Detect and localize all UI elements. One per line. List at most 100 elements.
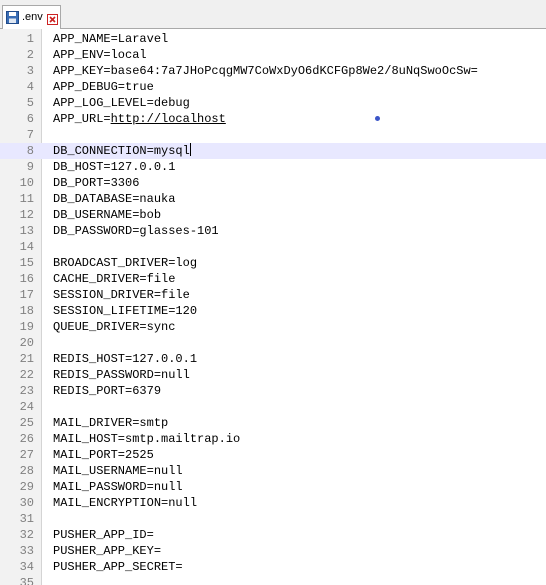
code-line[interactable]: 33 PUSHER_APP_KEY= xyxy=(0,543,546,559)
code-line[interactable]: 10 DB_PORT=3306 xyxy=(0,175,546,191)
line-number: 20 xyxy=(19,336,34,350)
editor-window: .env 1 APP_NAME=Laravel 2 APP_ENV=local 3 APP… xyxy=(0,0,546,585)
code-line[interactable]: 30 MAIL_ENCRYPTION=null xyxy=(0,495,546,511)
line-number: 13 xyxy=(19,224,34,238)
line-text: DB_DATABASE=nauka xyxy=(53,191,175,207)
code-line[interactable]: 17 SESSION_DRIVER=file xyxy=(0,287,546,303)
code-line[interactable]: 23 REDIS_PORT=6379 xyxy=(0,383,546,399)
close-icon[interactable] xyxy=(46,12,58,25)
editor-content[interactable]: 1 APP_NAME=Laravel 2 APP_ENV=local 3 APP_KEY=… xyxy=(0,29,546,585)
code-line[interactable]: 18 SESSION_LIFETIME=120 xyxy=(0,303,546,319)
line-text: DB_USERNAME=bob xyxy=(53,207,161,223)
code-line[interactable]: 35 xyxy=(0,575,546,585)
code-line[interactable]: 11 DB_DATABASE=nauka xyxy=(0,191,546,207)
line-text: DB_CONNECTION=mysql xyxy=(53,143,191,159)
line-text: CACHE_DRIVER=file xyxy=(53,271,175,287)
line-number: 2 xyxy=(26,48,34,62)
line-text: MAIL_USERNAME=null xyxy=(53,463,183,479)
line-number: 10 xyxy=(19,176,34,190)
code-line[interactable]: 34 PUSHER_APP_SECRET= xyxy=(0,559,546,575)
code-line[interactable]: 32 PUSHER_APP_ID= xyxy=(0,527,546,543)
line-number: 27 xyxy=(19,448,34,462)
code-line[interactable]: 21 REDIS_HOST=127.0.0.1 xyxy=(0,351,546,367)
line-text-content: MAIL_DRIVER=smtp xyxy=(53,416,169,430)
line-number: 30 xyxy=(19,496,34,510)
line-text-content: PUSHER_APP_SECRET= xyxy=(53,560,183,574)
line-number: 14 xyxy=(19,240,34,254)
line-number: 19 xyxy=(19,320,34,334)
code-line[interactable]: 14 xyxy=(0,239,546,255)
line-text-content: MAIL_HOST=smtp.mailtrap.io xyxy=(53,432,241,446)
line-text-content: MAIL_USERNAME=null xyxy=(53,464,183,478)
line-number: 21 xyxy=(19,352,34,366)
line-number: 35 xyxy=(19,576,34,585)
line-text-content: SESSION_LIFETIME=120 xyxy=(53,304,198,318)
code-line[interactable]: 16 CACHE_DRIVER=file xyxy=(0,271,546,287)
line-text: MAIL_DRIVER=smtp xyxy=(53,415,168,431)
code-line[interactable]: 7 xyxy=(0,127,546,143)
code-line[interactable]: 22 REDIS_PASSWORD=null xyxy=(0,367,546,383)
line-text: APP_NAME=Laravel xyxy=(53,31,168,47)
line-text-content: DB_DATABASE=nauka xyxy=(53,192,176,206)
line-text-content: QUEUE_DRIVER=sync xyxy=(53,320,176,334)
line-text: MAIL_PORT=2525 xyxy=(53,447,154,463)
code-line[interactable]: 5 APP_LOG_LEVEL=debug xyxy=(0,95,546,111)
code-line[interactable]: 6 APP_URL=http://localhost xyxy=(0,111,546,127)
line-number: 18 xyxy=(19,304,34,318)
code-line[interactable]: 20 xyxy=(0,335,546,351)
line-text-content: DB_CONNECTION=mysql xyxy=(53,144,190,158)
line-number: 22 xyxy=(19,368,34,382)
line-text-content: APP_NAME=Laravel xyxy=(53,32,169,46)
line-number: 24 xyxy=(19,400,34,414)
line-text-content: DB_PORT=3306 xyxy=(53,176,140,190)
code-line[interactable]: 29 MAIL_PASSWORD=null xyxy=(0,479,546,495)
code-line[interactable]: 3 APP_KEY=base64:7a7JHoPcqgMW7CoWxDyO6dKC… xyxy=(0,63,546,79)
line-text-content: MAIL_PASSWORD=null xyxy=(53,480,183,494)
tab-env-file[interactable]: .env xyxy=(2,5,61,29)
code-lines[interactable]: 1 APP_NAME=Laravel 2 APP_ENV=local 3 APP_KEY=… xyxy=(0,31,546,585)
line-number: 3 xyxy=(26,64,34,78)
line-number: 8 xyxy=(26,144,34,158)
line-text: MAIL_ENCRYPTION=null xyxy=(53,495,197,511)
line-number: 25 xyxy=(19,416,34,430)
line-number: 7 xyxy=(26,128,34,142)
line-text: APP_KEY=base64:7a7JHoPcqgMW7CoWxDyO6dKCF… xyxy=(53,63,478,79)
code-line[interactable]: 26 MAIL_HOST=smtp.mailtrap.io xyxy=(0,431,546,447)
line-number: 12 xyxy=(19,208,34,222)
floppy-disk-icon xyxy=(6,11,19,24)
line-number: 1 xyxy=(26,32,34,46)
line-text: REDIS_PASSWORD=null xyxy=(53,367,190,383)
text-caret xyxy=(189,143,191,156)
code-line[interactable]: 8 DB_CONNECTION=mysql xyxy=(0,143,546,159)
code-line[interactable]: 9 DB_HOST=127.0.0.1 xyxy=(0,159,546,175)
code-line[interactable]: 28 MAIL_USERNAME=null xyxy=(0,463,546,479)
tab-strip: .env xyxy=(0,0,546,29)
line-text: APP_ENV=local xyxy=(53,47,147,63)
code-line[interactable]: 24 xyxy=(0,399,546,415)
line-text-content: DB_USERNAME=bob xyxy=(53,208,162,222)
code-line[interactable]: 25 MAIL_DRIVER=smtp xyxy=(0,415,546,431)
line-text: BROADCAST_DRIVER=log xyxy=(53,255,197,271)
line-text: PUSHER_APP_KEY= xyxy=(53,543,161,559)
line-text: REDIS_HOST=127.0.0.1 xyxy=(53,351,197,367)
code-line[interactable]: 19 QUEUE_DRIVER=sync xyxy=(0,319,546,335)
code-line[interactable]: 12 DB_USERNAME=bob xyxy=(0,207,546,223)
line-text-content: BROADCAST_DRIVER=log xyxy=(53,256,198,270)
url-link[interactable]: http://localhost xyxy=(111,112,226,126)
code-line[interactable]: 2 APP_ENV=local xyxy=(0,47,546,63)
code-line[interactable]: 13 DB_PASSWORD=glasses-101 xyxy=(0,223,546,239)
code-line[interactable]: 1 APP_NAME=Laravel xyxy=(0,31,546,47)
code-line[interactable]: 4 APP_DEBUG=true xyxy=(0,79,546,95)
line-text: APP_DEBUG=true xyxy=(53,79,154,95)
line-text-content: MAIL_ENCRYPTION=null xyxy=(53,496,198,510)
code-line[interactable]: 15 BROADCAST_DRIVER=log xyxy=(0,255,546,271)
line-text-content: DB_PASSWORD=glasses-101 xyxy=(53,224,219,238)
code-line[interactable]: 31 xyxy=(0,511,546,527)
line-number: 11 xyxy=(19,192,34,206)
line-text-content: REDIS_PORT=6379 xyxy=(53,384,162,398)
line-number: 17 xyxy=(19,288,34,302)
line-text: REDIS_PORT=6379 xyxy=(53,383,161,399)
code-line[interactable]: 27 MAIL_PORT=2525 xyxy=(0,447,546,463)
line-text-content: APP_DEBUG=true xyxy=(53,80,154,94)
tab-label: .env xyxy=(22,11,43,23)
